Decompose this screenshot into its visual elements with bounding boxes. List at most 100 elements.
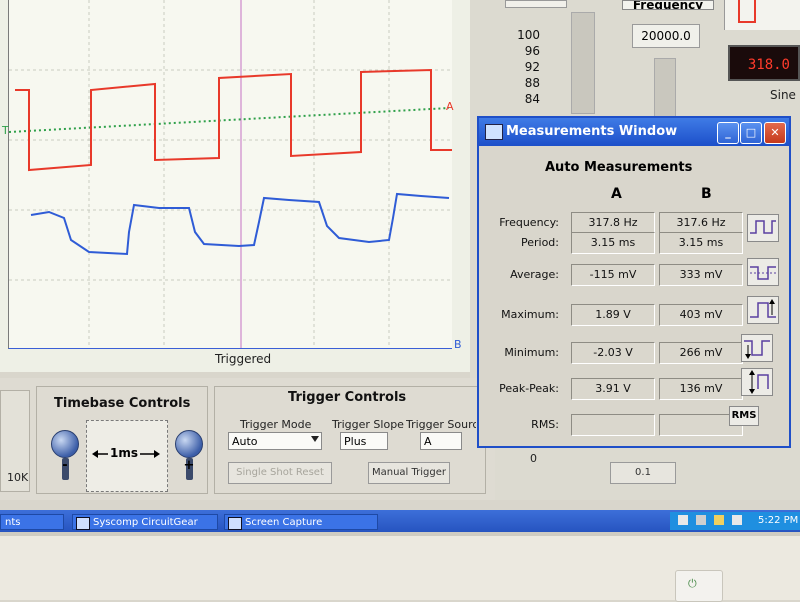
value-a: -115 mV — [571, 264, 655, 286]
frequency-title: Frequency — [622, 0, 714, 10]
grid — [9, 0, 452, 348]
average-wave-icon[interactable] — [747, 258, 779, 286]
trigger-source-label: Trigger Source — [406, 418, 476, 431]
row-label: Frequency: — [499, 216, 559, 229]
minimum-wave-icon[interactable] — [741, 334, 773, 362]
scale-value: 96 — [524, 44, 540, 58]
frequency-slider[interactable] — [654, 58, 676, 120]
scope-graph — [9, 0, 452, 348]
timebase-decrease-knob[interactable]: - — [50, 430, 80, 482]
column-b-header: B — [701, 186, 712, 202]
taskbar-item-screen-capture[interactable]: Screen Capture — [224, 514, 378, 530]
trigger-marker: T — [2, 124, 9, 137]
clock: 5:22 PM — [758, 515, 799, 526]
row-label: RMS: — [531, 418, 559, 431]
taskbar-item-circuitgear[interactable]: Syscomp CircuitGear — [72, 514, 218, 530]
row-label: Peak-Peak: — [499, 382, 559, 395]
left-value: 10K — [7, 471, 29, 484]
knob-icon — [175, 430, 203, 458]
amplitude-slider[interactable] — [571, 12, 595, 114]
power-icon: ⏻ — [688, 577, 697, 590]
window-title: Measurements Window — [506, 124, 678, 139]
left-group: 10K — [0, 390, 30, 492]
value-a: 3.15 ms — [571, 232, 655, 254]
tray-icon[interactable] — [714, 515, 724, 525]
app-icon — [76, 517, 90, 530]
column-a-header: A — [611, 186, 622, 202]
measurements-heading: Auto Measurements — [545, 160, 693, 175]
peak-peak-icon[interactable] — [741, 368, 773, 396]
value-a: 317.8 Hz — [571, 212, 655, 234]
manual-trigger-button[interactable]: Manual Trigger — [368, 462, 450, 484]
value-b: 136 mV — [659, 378, 743, 400]
value-b: 3.15 ms — [659, 232, 743, 254]
trigger-source-spinner[interactable]: A — [420, 432, 462, 450]
measurements-window: Measurements Window _ □ ✕ Auto Measureme… — [477, 116, 791, 448]
knob-icon — [51, 430, 79, 458]
close-icon[interactable]: ✕ — [764, 122, 786, 144]
channel-a-marker: A — [446, 100, 454, 113]
value-a: -2.03 V — [571, 342, 655, 364]
app-icon — [228, 517, 242, 530]
value-a: 3.91 V — [571, 378, 655, 400]
period-wave-icon[interactable] — [747, 214, 779, 242]
app-icon — [485, 124, 503, 140]
trigger-title: Trigger Controls — [288, 390, 407, 405]
frequency-input[interactable]: 20000.0 — [632, 24, 700, 48]
trigger-source-value: A — [424, 435, 432, 448]
chevron-down-icon — [311, 436, 319, 442]
maximize-icon[interactable]: □ — [740, 122, 762, 144]
value-b: 266 mV — [659, 342, 743, 364]
minimize-icon[interactable]: _ — [717, 122, 739, 144]
trigger-level-line[interactable] — [9, 107, 450, 133]
value-a — [571, 414, 655, 436]
scope-panel: A B T Triggered — [0, 0, 470, 372]
tray-icon[interactable] — [696, 515, 706, 525]
mini-display — [724, 0, 800, 30]
timebase-title: Timebase Controls — [54, 396, 191, 411]
value-b: 317.6 Hz — [659, 212, 743, 234]
power-button[interactable]: ⏻ — [675, 570, 723, 602]
trigger-slope-spinner[interactable]: Plus — [340, 432, 388, 450]
scale-value: 100 — [517, 28, 540, 42]
tray-icon[interactable] — [732, 515, 742, 525]
single-shot-reset-button[interactable]: Single Shot Reset — [228, 462, 332, 484]
maximum-wave-icon[interactable] — [747, 296, 779, 324]
taskbar-label: Syscomp CircuitGear — [93, 517, 198, 528]
channel-b-marker: B — [454, 338, 462, 351]
amplitude-scale: 100 96 92 88 84 — [500, 28, 540, 106]
triggered-status: Triggered — [215, 352, 272, 366]
trigger-mode-select[interactable]: Auto — [228, 432, 322, 450]
value-b: 403 mV — [659, 304, 743, 326]
scope-plot[interactable]: A B — [8, 0, 462, 351]
plus-label: + — [183, 458, 195, 473]
timebase-increase-knob[interactable]: + — [174, 430, 204, 482]
value-b: 333 mV — [659, 264, 743, 286]
timebase-value: 1ms — [108, 446, 140, 460]
bottom-value: 0 — [530, 452, 537, 465]
value-field[interactable]: 0.1 — [610, 462, 676, 484]
scale-value: 92 — [524, 60, 540, 74]
row-label: Minimum: — [504, 346, 559, 359]
scale-value: 88 — [524, 76, 540, 90]
frequency-readout: 318.0 — [728, 45, 800, 81]
minus-label: - — [62, 458, 68, 473]
row-label: Period: — [520, 236, 559, 249]
taskbar-label: Screen Capture — [245, 517, 323, 528]
window-titlebar[interactable]: Measurements Window _ □ ✕ — [479, 118, 789, 146]
row-label: Maximum: — [501, 308, 559, 321]
channel-b-trace — [30, 192, 450, 256]
waveform-select[interactable]: Sine — [770, 88, 796, 102]
trigger-mode-label: Trigger Mode — [240, 418, 312, 431]
tray-icon[interactable] — [678, 515, 688, 525]
taskbar-item-measurements[interactable]: nts Window — [0, 514, 64, 544]
scale-value: 84 — [524, 92, 540, 106]
trigger-mode-value: Auto — [232, 435, 258, 448]
trigger-slope-label: Trigger Slope — [332, 418, 404, 431]
row-label: Average: — [510, 268, 559, 281]
rms-icon[interactable]: RMS — [729, 406, 759, 426]
value-a: 1.89 V — [571, 304, 655, 326]
top-button[interactable] — [505, 0, 567, 8]
trigger-slope-value: Plus — [344, 435, 367, 448]
channel-a-trace — [15, 68, 452, 172]
